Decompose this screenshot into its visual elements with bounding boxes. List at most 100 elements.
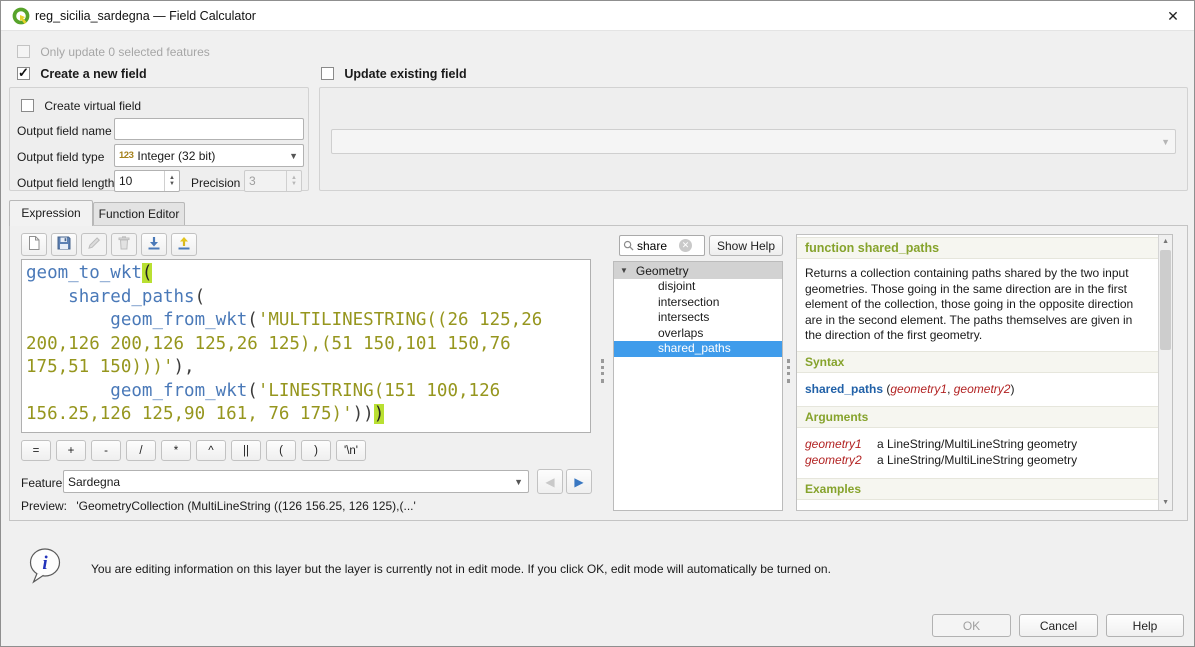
- function-group-geometry[interactable]: ▼ Geometry: [614, 262, 782, 279]
- export-expression-button[interactable]: [171, 233, 197, 256]
- show-help-button[interactable]: Show Help: [709, 235, 783, 256]
- next-arrow-icon: ▶: [574, 475, 583, 489]
- stepper-arrows-icon[interactable]: ▲▼: [164, 171, 179, 191]
- close-button[interactable]: ✕: [1152, 1, 1194, 31]
- output-field-length-value: 10: [119, 174, 132, 188]
- operator-button-close-paren[interactable]: ): [301, 440, 331, 461]
- new-expression-icon: [26, 235, 42, 254]
- qgis-logo-icon: [12, 7, 30, 25]
- search-icon: [623, 240, 634, 251]
- precision-value: 3: [249, 174, 256, 188]
- operator-button-power[interactable]: ^: [196, 440, 226, 461]
- only-update-selected-checkbox: [17, 45, 30, 58]
- operator-button-plus[interactable]: +: [56, 440, 86, 461]
- function-item-intersection[interactable]: intersection: [614, 295, 782, 311]
- output-field-length-stepper[interactable]: 10 ▲▼: [114, 170, 180, 192]
- syntax-arg2: geometry2: [954, 382, 1011, 396]
- scroll-up-icon[interactable]: ▲: [1159, 235, 1172, 249]
- previous-feature-button: ◀: [537, 469, 563, 494]
- cancel-label: Cancel: [1040, 619, 1077, 633]
- precision-label: Precision: [191, 176, 240, 190]
- save-expression-button[interactable]: [51, 233, 77, 256]
- output-field-type-value: Integer (32 bit): [137, 149, 215, 163]
- create-virtual-field-checkbox[interactable]: [21, 99, 34, 112]
- syntax-arg1: geometry1: [890, 382, 947, 396]
- clear-icon: ✕: [682, 240, 690, 250]
- new-expression-button[interactable]: [21, 233, 47, 256]
- output-field-name-label: Output field name: [17, 124, 112, 138]
- operator-button-concat[interactable]: ||: [231, 440, 261, 461]
- function-help-panel: function shared_paths Returns a collecti…: [796, 234, 1173, 511]
- window-title: reg_sicilia_sardegna — Field Calculator: [35, 9, 256, 23]
- function-item-disjoint[interactable]: disjoint: [614, 279, 782, 295]
- create-virtual-field-row: Create virtual field: [21, 99, 141, 113]
- create-new-field-label: Create a new field: [40, 67, 146, 81]
- operator-button-newline[interactable]: '\n': [336, 440, 366, 461]
- output-field-type-label: Output field type: [17, 150, 104, 164]
- clear-search-button[interactable]: ✕: [679, 239, 692, 252]
- operator-button-multiply[interactable]: *: [161, 440, 191, 461]
- help-label: Help: [1133, 619, 1158, 633]
- operator-button-row: =+-/*^||()'\n': [21, 440, 371, 461]
- help-title: function shared_paths: [797, 237, 1158, 259]
- delete-expression-icon: [116, 235, 132, 254]
- output-field-type-select[interactable]: 123 Integer (32 bit) ▼: [114, 144, 304, 167]
- chevron-down-icon: ▼: [289, 151, 298, 161]
- close-icon: ✕: [1167, 8, 1179, 24]
- ok-button: OK: [932, 614, 1011, 637]
- preview-label: Preview:: [21, 499, 67, 513]
- function-item-shared_paths[interactable]: shared_paths: [614, 341, 782, 357]
- splitter-handle[interactable]: [601, 359, 605, 383]
- chevron-down-icon: ▼: [1161, 137, 1170, 147]
- help-scrollbar[interactable]: ▲ ▼: [1158, 235, 1172, 510]
- cancel-button[interactable]: Cancel: [1019, 614, 1098, 637]
- create-new-field-checkbox[interactable]: [17, 67, 30, 80]
- previous-arrow-icon: ◀: [545, 475, 554, 489]
- existing-field-select: ▼: [331, 129, 1176, 154]
- operator-button-equals[interactable]: =: [21, 440, 51, 461]
- scroll-down-icon[interactable]: ▼: [1159, 496, 1172, 510]
- field-calculator-dialog: reg_sicilia_sardegna — Field Calculator …: [0, 0, 1195, 647]
- ok-label: OK: [963, 619, 980, 633]
- preview-value: 'GeometryCollection (MultiLineString ((1…: [76, 499, 415, 513]
- help-syntax-line: shared_paths (geometry1, geometry2): [797, 373, 1158, 396]
- code-line: geom_to_wkt(: [26, 262, 586, 286]
- function-group-label: Geometry: [636, 264, 689, 278]
- only-update-selected-row: Only update 0 selected features: [17, 45, 210, 59]
- tab-expression[interactable]: Expression: [9, 200, 93, 226]
- edit-mode-notice: You are editing information on this laye…: [91, 562, 1091, 576]
- help-button[interactable]: Help: [1106, 614, 1184, 637]
- edit-expression-button: [81, 233, 107, 256]
- next-feature-button[interactable]: ▶: [566, 469, 592, 494]
- feature-label: Feature: [21, 476, 62, 490]
- feature-select[interactable]: Sardegna ▼: [63, 470, 529, 493]
- update-existing-field-checkbox[interactable]: [321, 67, 334, 80]
- help-arguments-heading: Arguments: [797, 406, 1158, 428]
- chevron-down-icon: ▼: [514, 477, 523, 487]
- precision-stepper: 3 ▲▼: [244, 170, 302, 192]
- help-examples-heading: Examples: [797, 478, 1158, 500]
- function-item-overlaps[interactable]: overlaps: [614, 326, 782, 342]
- stepper-arrows-icon: ▲▼: [286, 171, 301, 191]
- svg-text:i: i: [42, 553, 48, 574]
- output-field-name-input[interactable]: [114, 118, 304, 140]
- show-help-label: Show Help: [717, 239, 775, 253]
- operator-button-minus[interactable]: -: [91, 440, 121, 461]
- syntax-function-name: shared_paths: [805, 382, 883, 396]
- expression-toolbar: [21, 233, 201, 256]
- operator-button-divide[interactable]: /: [126, 440, 156, 461]
- expander-down-icon: ▼: [620, 266, 628, 275]
- delete-expression-button: [111, 233, 137, 256]
- expression-editor[interactable]: geom_to_wkt( shared_paths( geom_from_wkt…: [21, 259, 591, 433]
- search-input[interactable]: [637, 239, 679, 253]
- integer-type-icon: 123: [119, 150, 133, 161]
- save-expression-icon: [56, 235, 72, 254]
- operator-button-open-paren[interactable]: (: [266, 440, 296, 461]
- function-item-intersects[interactable]: intersects: [614, 310, 782, 326]
- scrollbar-thumb[interactable]: [1160, 250, 1171, 350]
- import-expression-button[interactable]: [141, 233, 167, 256]
- tab-function-editor[interactable]: Function Editor: [93, 202, 185, 226]
- splitter-handle[interactable]: [787, 359, 791, 383]
- code-line: 200,126 200,126 125,26 125),(51 150,101 …: [26, 333, 586, 357]
- import-expression-icon: [146, 235, 162, 254]
